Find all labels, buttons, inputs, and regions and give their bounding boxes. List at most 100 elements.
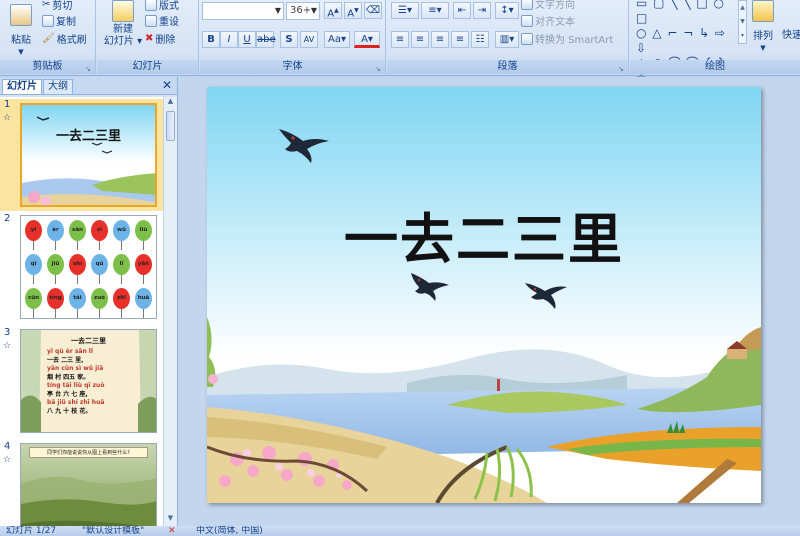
shapes-gallery-scroll[interactable]: ▲ ▼ ▾ <box>738 0 747 44</box>
tab-outline[interactable]: 大纲 <box>43 79 73 94</box>
clipboard-group: 粘贴 ▼ ✂ 剪切 复制 🖌 格式刷 剪贴板 ↘ <box>0 0 96 76</box>
decrease-indent-button[interactable]: ⇤ <box>453 2 471 19</box>
balloon: sì <box>91 220 108 241</box>
scissors-icon: ✂ <box>42 0 51 10</box>
balloon-string <box>143 241 144 250</box>
paste-button[interactable]: 粘贴 ▼ <box>6 4 36 56</box>
font-size-combo[interactable]: 36+ ▼ <box>286 2 320 20</box>
arrange-button[interactable]: 排列 ▼ <box>750 0 776 52</box>
balloon-string <box>121 275 122 284</box>
dialog-launcher-icon[interactable]: ↘ <box>375 65 383 73</box>
shadow-button[interactable]: S <box>280 31 298 48</box>
drawing-group: ▭ ▢ ╲ ╲ □ ○ □ ○ △ ⌐ ¬ ↳ ⇨ ⇩ ☆ ⊙ ⌒ ⌒ { } … <box>630 0 800 85</box>
align-left-button[interactable]: ≡ <box>391 31 409 48</box>
reset-label: 重设 <box>159 17 179 28</box>
underline-button[interactable]: U <box>238 31 256 48</box>
slide-thumbnail-2[interactable]: 2 yī èr sān sì wǔ liù qī jiǔ shí qù lǐ yān cūn tíng tá… <box>0 213 164 323</box>
format-painter-button[interactable]: 🖌 格式刷 <box>42 31 87 46</box>
ribbon: 粘贴 ▼ ✂ 剪切 复制 🖌 格式刷 剪贴板 ↘ 新建幻灯片 ▾ 版式 重设 <box>0 0 800 85</box>
slide-editor: 一去二三里 <box>179 77 800 526</box>
dialog-launcher-icon[interactable]: ↘ <box>85 65 93 73</box>
layout-button[interactable]: 版式 <box>145 0 179 12</box>
theme-name: "默认设计模板" <box>82 526 145 536</box>
current-slide[interactable]: 一去二三里 <box>207 87 761 503</box>
pinyin-line: yī qù èr sān lǐ <box>47 348 93 355</box>
shrink-font-button[interactable]: A▼ <box>344 2 362 19</box>
text-direction-button[interactable]: 文字方向 <box>521 0 575 11</box>
poem-line: 烟 村 四五 家。 <box>47 373 90 381</box>
slide-thumbnail-1[interactable]: 1 ☆ 一去二三里 <box>0 99 164 211</box>
spellcheck-icon[interactable]: ✕ <box>168 526 176 536</box>
font-name-combo[interactable]: ▼ <box>202 2 284 20</box>
balloon: jiǔ <box>47 254 64 275</box>
balloon-string <box>121 309 122 318</box>
slide-number: 2 <box>4 213 11 224</box>
columns-button[interactable]: ▥▾ <box>495 31 519 48</box>
balloon-string <box>77 241 78 250</box>
align-center-button[interactable]: ≡ <box>411 31 429 48</box>
balloon-string <box>99 275 100 284</box>
convert-smartart-button[interactable]: 转换为 SmartArt <box>521 31 613 46</box>
dialog-launcher-icon[interactable]: ↘ <box>618 65 626 73</box>
strikethrough-button[interactable]: abe <box>256 31 276 48</box>
pinyin-line: yān cūn sì wǔ jiā <box>47 365 104 372</box>
new-slide-button[interactable]: 新建 幻灯片 ▾ <box>103 0 143 48</box>
scrollbar-thumb[interactable] <box>166 111 175 141</box>
thumbnail-scrollbar[interactable]: ▲ ▼ <box>163 97 177 526</box>
balloon: shí <box>69 254 86 275</box>
cut-label: 剪切 <box>52 1 73 12</box>
thumbnail-image: yī èr sān sì wǔ liù qī jiǔ shí qù lǐ yān cūn tíng tái z… <box>20 215 157 319</box>
justify-button[interactable]: ≡ <box>451 31 469 48</box>
balloon-grid: yī èr sān sì wǔ liù qī jiǔ shí qù lǐ yān cūn tíng tái z… <box>21 216 156 318</box>
copy-button[interactable]: 复制 <box>42 13 76 28</box>
balloon-string <box>55 241 56 250</box>
bullets-button[interactable]: ☰▾ <box>391 2 419 19</box>
reset-button[interactable]: 重设 <box>145 13 179 28</box>
font-color-button[interactable]: A▾ <box>354 31 380 48</box>
slide-thumbnail-3[interactable]: 3 ☆ 一去二三里 yī qù èr sān lǐ 一去 二三 里, yān cūn… <box>0 327 164 437</box>
tab-slides[interactable]: 幻灯片 <box>2 79 42 94</box>
bold-button[interactable]: B <box>202 31 220 48</box>
distribute-button[interactable]: ☷ <box>471 31 489 48</box>
cut-button[interactable]: ✂ 剪切 <box>42 0 72 12</box>
delete-button[interactable]: ✖ 删除 <box>145 31 175 46</box>
align-right-button[interactable]: ≡ <box>431 31 449 48</box>
slides-pane: 幻灯片 大纲 ✕ 1 ☆ 一去二三里 2 yī èr sān sì wǔ liù… <box>0 77 178 526</box>
scroll-up-icon[interactable]: ▲ <box>164 97 177 109</box>
slide-title[interactable]: 一去二三里 <box>207 195 761 274</box>
animation-icon: ☆ <box>3 341 12 351</box>
font-size-value: 36+ <box>290 5 312 16</box>
thumbnail-4-art <box>21 476 156 526</box>
delete-icon: ✖ <box>145 33 154 44</box>
increase-indent-button[interactable]: ⇥ <box>473 2 491 19</box>
text-direction-label: 文字方向 <box>535 0 575 11</box>
char-spacing-button[interactable]: AV <box>300 31 318 48</box>
chevron-down-icon: ▼ <box>310 6 317 15</box>
pane-tabs: 幻灯片 大纲 ✕ <box>0 77 177 95</box>
arrange-label: 排列 <box>753 31 773 42</box>
line-spacing-button[interactable]: ↕▾ <box>495 2 519 19</box>
copy-icon <box>42 14 54 27</box>
language-indicator[interactable]: 中文(简体, 中国) <box>196 526 263 536</box>
close-icon[interactable]: ✕ <box>162 78 172 92</box>
animation-icon: ☆ <box>3 455 12 465</box>
slides-group-label: 幻灯片 <box>97 60 198 74</box>
align-text-button[interactable]: 对齐文本 <box>521 13 575 28</box>
arrange-icon <box>752 0 774 22</box>
balloon: cūn <box>25 288 42 309</box>
quick-styles-button[interactable]: 快速 <box>782 26 800 41</box>
chevron-down-icon: ▼ <box>760 44 766 52</box>
italic-button[interactable]: I <box>220 31 238 48</box>
layout-icon <box>145 0 157 11</box>
balloon: tái <box>69 288 86 309</box>
clear-format-button[interactable]: ⌫ <box>364 2 382 19</box>
change-case-button[interactable]: Aa▾ <box>324 31 350 48</box>
thumbnail-image: 同学们你能说说你从图上看到些什么? <box>20 443 157 526</box>
slide-thumbnail-4[interactable]: 4 ☆ 同学们你能说说你从图上看到些什么? <box>0 441 164 526</box>
scroll-down-icon[interactable]: ▼ <box>164 514 177 526</box>
numbering-button[interactable]: ≡▾ <box>421 2 449 19</box>
balloon-string <box>33 309 34 318</box>
balloon: wǔ <box>113 220 130 241</box>
grow-font-button[interactable]: A▲ <box>324 2 342 19</box>
reset-icon <box>145 14 157 27</box>
